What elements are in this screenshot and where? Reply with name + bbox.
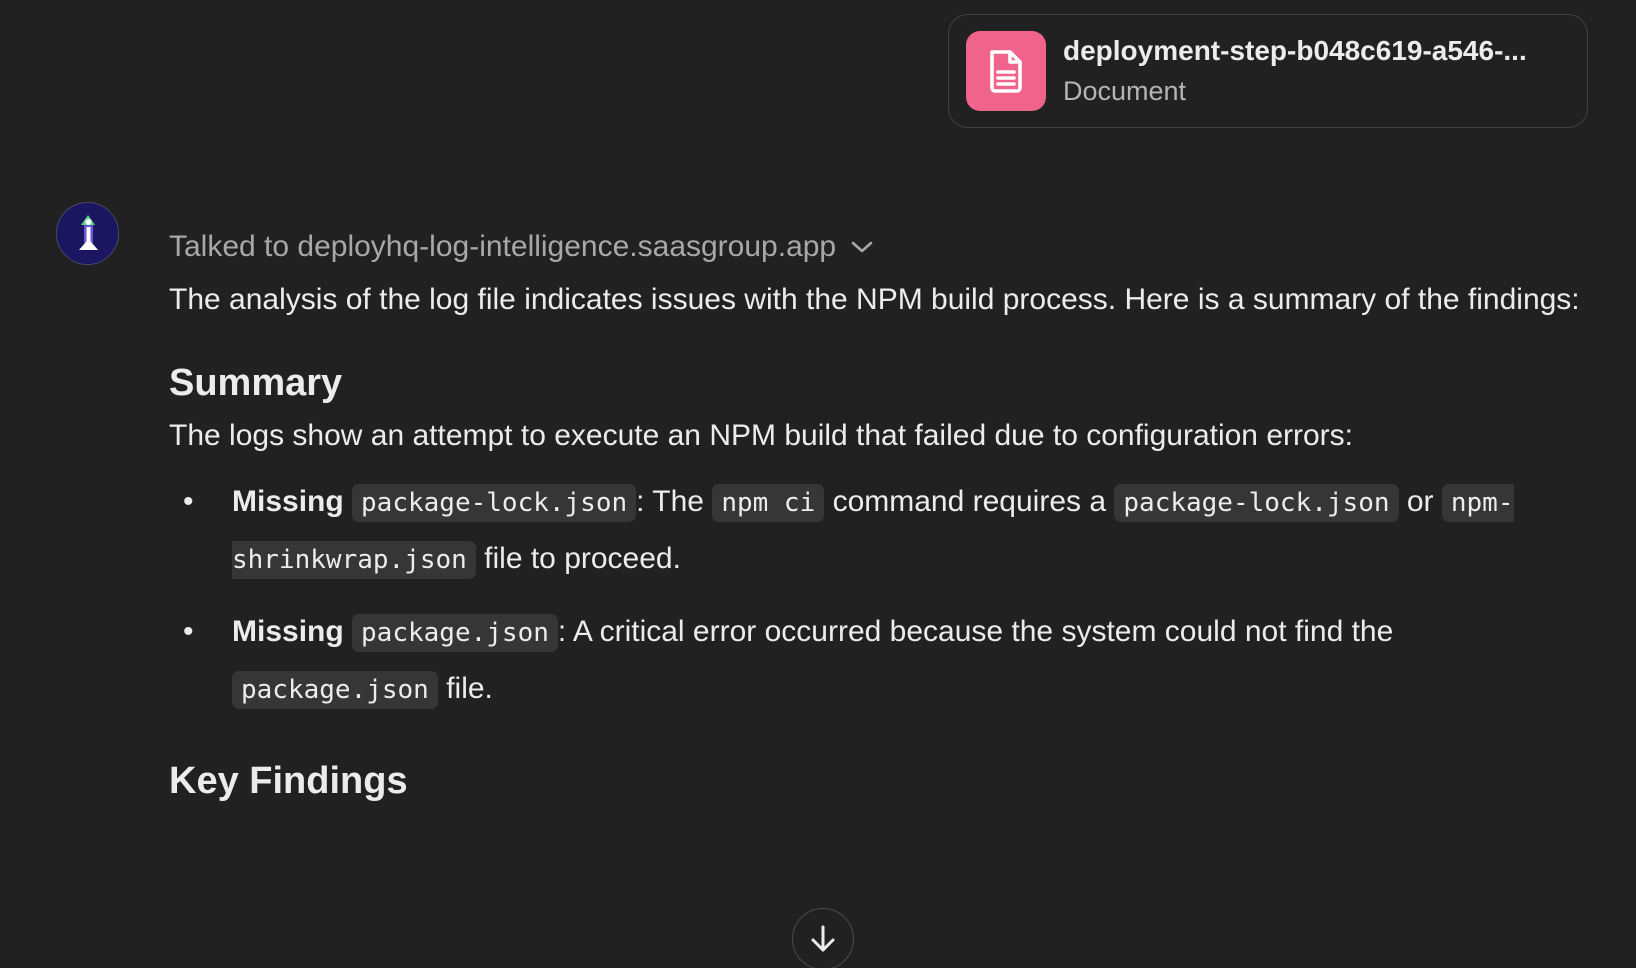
tool-call-label: Talked to deployhq-log-intelligence.saas… <box>169 230 837 263</box>
list-item-text: command requires a <box>832 485 1107 518</box>
bullet: • <box>183 615 194 648</box>
bullet: • <box>183 485 194 518</box>
list-item-label: Missing <box>232 615 344 648</box>
list-item-text: : A critical error occurred because the … <box>557 615 1394 648</box>
summary-intro: The logs show an attempt to execute an N… <box>169 419 1354 452</box>
gpt-avatar-icon <box>56 202 119 265</box>
arrow-down-icon <box>809 924 837 954</box>
assistant-message: Talked to deployhq-log-intelligence.saas… <box>169 222 1599 806</box>
summary-heading: Summary <box>169 362 343 404</box>
attachment-name: deployment-step-b048c619-a546-... <box>1063 35 1527 66</box>
list-item-text: : The <box>636 485 704 518</box>
attachment-card[interactable]: deployment-step-b048c619-a546-... Docume… <box>948 14 1588 128</box>
chat-page: deployment-step-b048c619-a546-... Docume… <box>0 0 1636 968</box>
list-item: • Missing package-lock.json: The npm ci … <box>169 474 1599 588</box>
list-item: • Missing package.json: A critical error… <box>169 604 1599 718</box>
list-item-label: Missing <box>232 485 344 518</box>
scroll-down-button[interactable] <box>792 908 854 968</box>
inline-code: package.json <box>232 671 438 709</box>
tool-call-toggle[interactable]: Talked to deployhq-log-intelligence.saas… <box>169 222 1599 272</box>
inline-code: package.json <box>352 614 558 652</box>
inline-code: package-lock.json <box>352 484 637 522</box>
list-item-text: file to proceed. <box>484 542 681 575</box>
list-item-text: file. <box>446 672 493 705</box>
attachment-text: deployment-step-b048c619-a546-... Docume… <box>1063 32 1527 110</box>
attachment-type: Document <box>1063 76 1187 106</box>
inline-code: package-lock.json <box>1114 484 1399 522</box>
list-item-text: or <box>1406 485 1434 518</box>
findings-list: • Missing package-lock.json: The npm ci … <box>169 474 1599 718</box>
chevron-down-icon <box>850 239 874 255</box>
intro-paragraph: The analysis of the log file indicates i… <box>169 283 1580 316</box>
document-icon <box>966 31 1046 111</box>
key-findings-heading: Key Findings <box>169 760 408 802</box>
inline-code: npm ci <box>712 484 825 522</box>
